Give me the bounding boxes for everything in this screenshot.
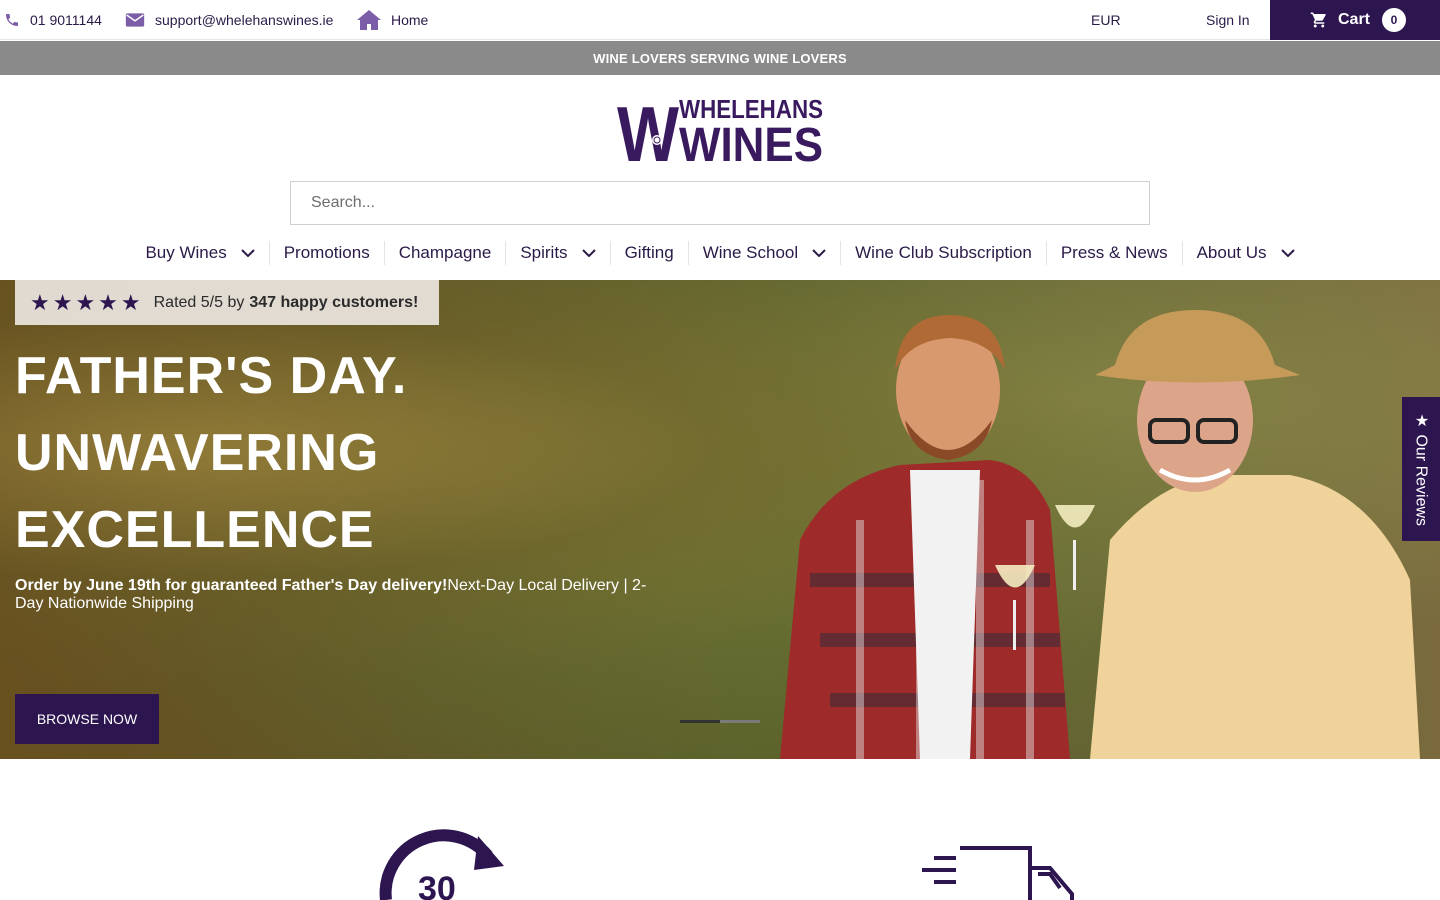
- hero-title-line: EXCELLENCE: [15, 501, 375, 559]
- phone-icon: [6, 14, 18, 26]
- reviews-tab-label: ★ Our Reviews: [1412, 411, 1430, 527]
- nav-label: About Us: [1196, 243, 1267, 262]
- cart-button[interactable]: Cart 0: [1270, 0, 1440, 40]
- nav-item-press-news[interactable]: Press & News: [1047, 241, 1183, 265]
- rating-count: 347 happy customers!: [249, 293, 419, 311]
- hero-title-line: UNWAVERING: [15, 424, 380, 482]
- site-logo[interactable]: W WHELEHANS WINES: [617, 90, 827, 178]
- chevron-down-icon: [1280, 249, 1295, 257]
- phone-link[interactable]: 01 9011144: [4, 0, 102, 40]
- nav-item-about-us[interactable]: About Us: [1183, 241, 1309, 265]
- logo-monogram: W: [617, 93, 679, 163]
- cart-label: Cart: [1338, 11, 1371, 28]
- nav-item-buy-wines[interactable]: Buy Wines: [131, 241, 270, 265]
- chevron-down-icon: [241, 249, 255, 257]
- hero-subtitle: Order by June 19th for guaranteed Father…: [15, 577, 665, 613]
- nav-item-gifting[interactable]: Gifting: [611, 241, 689, 265]
- nav-label: Gifting: [624, 243, 674, 262]
- nav-label: Champagne: [398, 243, 492, 262]
- our-reviews-tab[interactable]: ★ Our Reviews: [1402, 397, 1440, 541]
- currency-selector[interactable]: EUR: [1091, 0, 1121, 40]
- sign-in-link[interactable]: Sign In: [1206, 0, 1250, 40]
- chevron-down-icon: [581, 249, 596, 257]
- nav-label: Buy Wines: [145, 243, 227, 262]
- nav-item-champagne[interactable]: Champagne: [385, 241, 507, 265]
- rating-text: Rated 5/5 by: [153, 293, 245, 311]
- delivery-truck-icon: [922, 846, 1074, 900]
- hero-title-line: FATHER'S DAY.: [15, 347, 408, 405]
- carousel-indicators: [680, 720, 760, 723]
- home-label: Home: [391, 12, 429, 28]
- hero-photo-father-son: [780, 310, 1420, 759]
- 30-day-returns-icon: 30: [379, 829, 504, 900]
- hero-subtitle-bold: Order by June 19th for guaranteed Father…: [15, 577, 448, 594]
- top-bar: 01 9011144 support@whelehanswines.ie Hom…: [0, 0, 1440, 40]
- five-stars-icon: ★★★★★: [30, 289, 144, 315]
- email-address: support@whelehanswines.ie: [155, 12, 334, 28]
- nav-item-wine-club[interactable]: Wine Club Subscription: [841, 241, 1047, 265]
- returns-days: 30: [418, 870, 456, 900]
- nav-item-spirits[interactable]: Spirits: [506, 241, 611, 265]
- cart-count-badge: 0: [1382, 8, 1407, 32]
- home-icon: [357, 10, 381, 30]
- email-link[interactable]: support@whelehanswines.ie: [125, 0, 333, 40]
- carousel-dot-2[interactable]: [720, 720, 760, 723]
- carousel-dot-1[interactable]: [680, 720, 720, 723]
- nav-label: Spirits: [520, 243, 568, 262]
- hero-banner: ★★★★★ Rated 5/5 by 347 happy customers! …: [0, 280, 1440, 759]
- bird-emblem-icon: [652, 135, 662, 145]
- chevron-down-icon: [812, 249, 826, 257]
- cart-icon: [1310, 12, 1326, 28]
- nav-label: Wine Club Subscription: [855, 243, 1032, 262]
- hero-title: FATHER'S DAY. UNWAVERING EXCELLENCE: [15, 338, 715, 569]
- announcement-bar: WINE LOVERS SERVING WINE LOVERS: [0, 41, 1440, 75]
- home-link[interactable]: Home: [357, 0, 428, 40]
- search-input[interactable]: [290, 181, 1150, 225]
- main-nav: Buy Wines Promotions Champagne Spirits G…: [0, 238, 1440, 268]
- browse-now-button[interactable]: BROWSE NOW: [15, 694, 159, 744]
- logo-line-2: WINES: [679, 119, 823, 163]
- nav-item-promotions[interactable]: Promotions: [270, 241, 385, 265]
- nav-label: Press & News: [1060, 243, 1168, 262]
- rating-badge[interactable]: ★★★★★ Rated 5/5 by 347 happy customers!: [15, 280, 439, 325]
- phone-number: 01 9011144: [30, 12, 102, 28]
- nav-label: Promotions: [283, 243, 370, 262]
- nav-item-wine-school[interactable]: Wine School: [689, 241, 842, 265]
- envelope-icon: [125, 13, 145, 27]
- nav-label: Wine School: [702, 243, 799, 262]
